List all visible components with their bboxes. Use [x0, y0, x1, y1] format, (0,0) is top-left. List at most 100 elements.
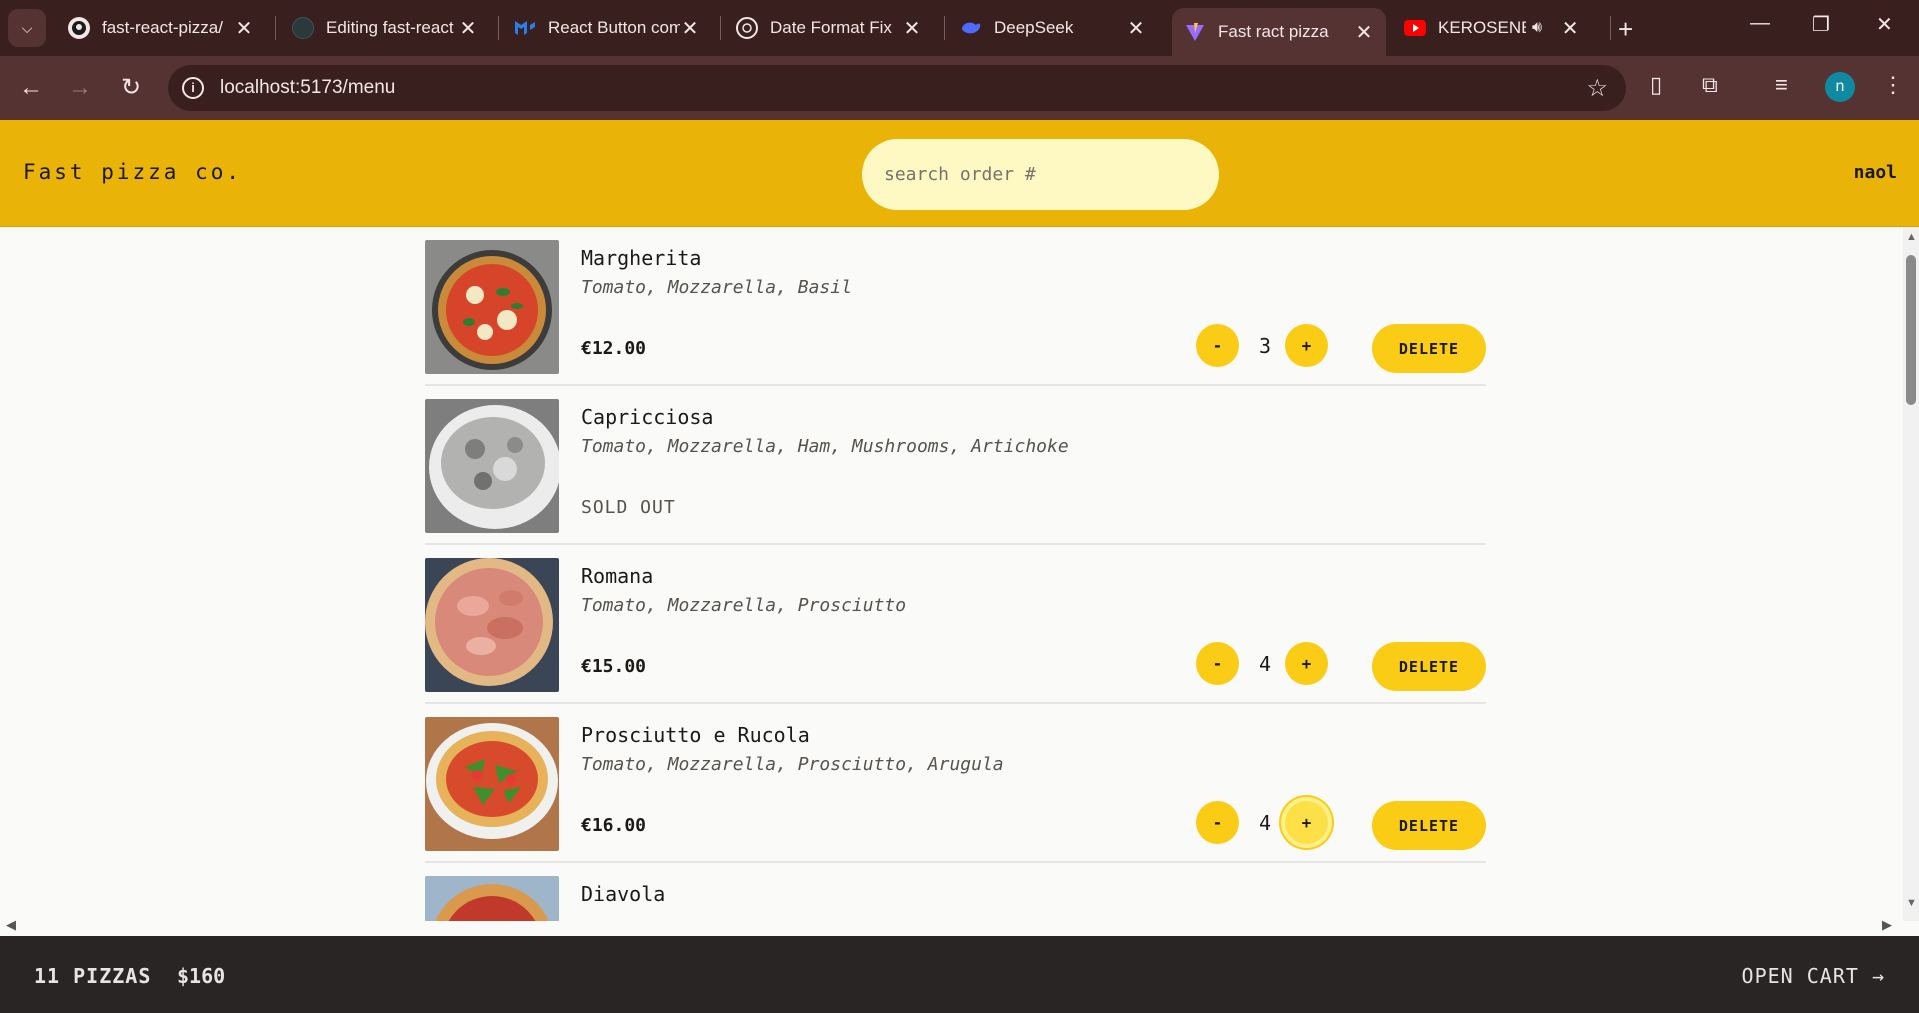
tab-search-button[interactable]: ⌵: [8, 9, 46, 47]
scroll-down-arrow-icon[interactable]: ▼: [1906, 897, 1917, 909]
openai-icon: [736, 17, 758, 39]
vertical-scrollbar[interactable]: ▲ ▼: [1903, 227, 1919, 921]
app-header: Fast pizza co. naol: [0, 120, 1919, 227]
tab-title: KEROSENE (U: [1438, 18, 1526, 37]
tab-title: DeepSeek: [994, 18, 1074, 37]
item-quantity: 3: [1258, 334, 1272, 358]
tab-react-button[interactable]: React Button com ✕: [502, 8, 712, 48]
menu-item-diavola: Diavola: [425, 863, 1486, 921]
pizza-name: Romana: [581, 564, 654, 588]
site-info-icon[interactable]: i: [182, 77, 204, 99]
scroll-left-arrow-icon[interactable]: ◀: [6, 917, 16, 933]
pizza-name: Prosciutto e Rucola: [581, 723, 810, 747]
pizza-image: [425, 717, 559, 851]
pizza-price: €16.00: [581, 815, 647, 836]
tab-title: fast-react-pizza/: [102, 18, 223, 37]
tab-editing-fast-react[interactable]: Editing fast-react ✕: [280, 8, 490, 48]
youtube-icon: [1404, 17, 1426, 39]
pizza-image: [425, 399, 559, 533]
deepseek-icon: [960, 17, 982, 39]
item-quantity: 4: [1258, 652, 1272, 676]
github-icon: [68, 17, 90, 39]
menu-list: Margherita Tomato, Mozzarella, Basil €12…: [425, 227, 1486, 921]
increase-quantity-button[interactable]: +: [1285, 642, 1328, 685]
close-icon[interactable]: ✕: [1354, 20, 1374, 45]
close-icon[interactable]: ✕: [1560, 16, 1580, 41]
search-order-input[interactable]: [862, 139, 1219, 210]
pizza-ingredients: Tomato, Mozzarella, Prosciutto: [581, 595, 907, 616]
tab-separator: [944, 16, 945, 40]
cart-pizza-count: 11 PIZZAS: [34, 964, 152, 988]
github-icon: [292, 17, 314, 39]
chevron-down-icon: ⌵: [21, 19, 33, 36]
username: naol: [1853, 162, 1897, 183]
pizza-name: Margherita: [581, 246, 702, 270]
scrollbar-thumb[interactable]: [1906, 255, 1916, 405]
decrease-quantity-button[interactable]: -: [1196, 642, 1239, 685]
minimize-icon[interactable]: —: [1750, 12, 1770, 35]
increase-quantity-button[interactable]: +: [1285, 801, 1328, 844]
more-menu-icon[interactable]: ⋮: [1882, 72, 1904, 98]
close-icon[interactable]: ✕: [1126, 16, 1146, 41]
reading-list-icon[interactable]: ▯: [1650, 72, 1662, 98]
scroll-up-arrow-icon[interactable]: ▲: [1906, 231, 1917, 243]
close-icon[interactable]: ✕: [902, 16, 922, 41]
close-icon[interactable]: ✕: [458, 16, 478, 41]
pizza-image: [425, 876, 559, 921]
back-arrow-icon[interactable]: ←: [17, 74, 45, 102]
browser-toolbar: ← → ↻ i localhost:5173/menu ☆ ▯ ⧉ ≡ n ⋮: [0, 56, 1919, 120]
decrease-quantity-button[interactable]: -: [1196, 324, 1239, 367]
scroll-right-arrow-icon[interactable]: ▶: [1882, 917, 1892, 933]
tab-title: Editing fast-react: [326, 18, 454, 37]
menu-item-capricciosa: Capricciosa Tomato, Mozzarella, Ham, Mus…: [425, 386, 1486, 545]
pizza-ingredients: Tomato, Mozzarella, Ham, Mushrooms, Arti…: [581, 436, 1069, 457]
menu-content: Margherita Tomato, Mozzarella, Basil €12…: [0, 227, 1903, 921]
pizza-ingredients: Tomato, Mozzarella, Basil: [581, 277, 852, 298]
increase-quantity-button[interactable]: +: [1285, 324, 1328, 367]
menu-item-margherita: Margherita Tomato, Mozzarella, Basil €12…: [425, 227, 1486, 386]
delete-item-button[interactable]: DELETE: [1372, 324, 1486, 373]
vite-icon: [1184, 21, 1206, 43]
decrease-quantity-button[interactable]: -: [1196, 801, 1239, 844]
address-url[interactable]: localhost:5173/menu: [220, 77, 395, 99]
tab-kerosene-youtube[interactable]: KEROSENE (U 🔊︎ ✕: [1392, 8, 1602, 48]
mui-icon: [514, 17, 536, 39]
cart-overview-bar: 11 PIZZAS $160 OPEN CART →: [0, 936, 1919, 1013]
bookmark-star-icon[interactable]: ☆: [1586, 74, 1608, 103]
media-controls-icon[interactable]: ≡: [1775, 72, 1788, 98]
pizza-name: Diavola: [581, 882, 666, 906]
close-icon[interactable]: ✕: [234, 16, 254, 41]
pizza-ingredients: Tomato, Mozzarella, Prosciutto, Arugula: [581, 754, 1004, 775]
forward-arrow-icon[interactable]: →: [66, 74, 94, 102]
delete-item-button[interactable]: DELETE: [1372, 801, 1486, 850]
open-cart-link[interactable]: OPEN CART →: [1742, 964, 1885, 988]
tab-separator: [275, 16, 276, 40]
tab-separator: [720, 16, 721, 40]
profile-avatar[interactable]: n: [1825, 72, 1855, 102]
reload-icon[interactable]: ↻: [117, 74, 145, 102]
new-tab-plus-icon[interactable]: +: [1618, 14, 1633, 45]
item-quantity: 4: [1258, 811, 1272, 835]
pizza-image: [425, 558, 559, 692]
tab-deepseek[interactable]: DeepSeek ✕: [948, 8, 1158, 48]
tab-fast-ract-pizza[interactable]: Fast ract pizza ✕: [1172, 8, 1386, 56]
tab-date-format-fix[interactable]: Date Format Fix ✕: [724, 8, 934, 48]
menu-item-romana: Romana Tomato, Mozzarella, Prosciutto €1…: [425, 545, 1486, 704]
pizza-price: €12.00: [581, 338, 647, 359]
cart-total-price: $160: [177, 964, 226, 988]
address-bar[interactable]: i localhost:5173/menu ☆: [168, 65, 1626, 111]
tab-title: Date Format Fix: [770, 18, 892, 37]
tab-separator: [498, 16, 499, 40]
tab-fast-react-pizza-github[interactable]: fast-react-pizza/ ✕: [56, 8, 266, 48]
pizza-price: €15.00: [581, 656, 647, 677]
delete-item-button[interactable]: DELETE: [1372, 642, 1486, 691]
close-window-icon[interactable]: ✕: [1876, 12, 1893, 37]
extensions-puzzle-icon[interactable]: ⧉: [1702, 72, 1718, 98]
close-icon[interactable]: ✕: [680, 16, 700, 41]
speaker-icon[interactable]: 🔊︎: [1532, 19, 1542, 37]
pizza-image: [425, 240, 559, 374]
browser-tab-bar: ⌵ fast-react-pizza/ ✕ Editing fast-react…: [0, 0, 1919, 56]
logo-link[interactable]: Fast pizza co.: [23, 160, 242, 184]
restore-icon[interactable]: ❐: [1812, 12, 1830, 37]
tab-title: Fast ract pizza: [1218, 22, 1329, 41]
